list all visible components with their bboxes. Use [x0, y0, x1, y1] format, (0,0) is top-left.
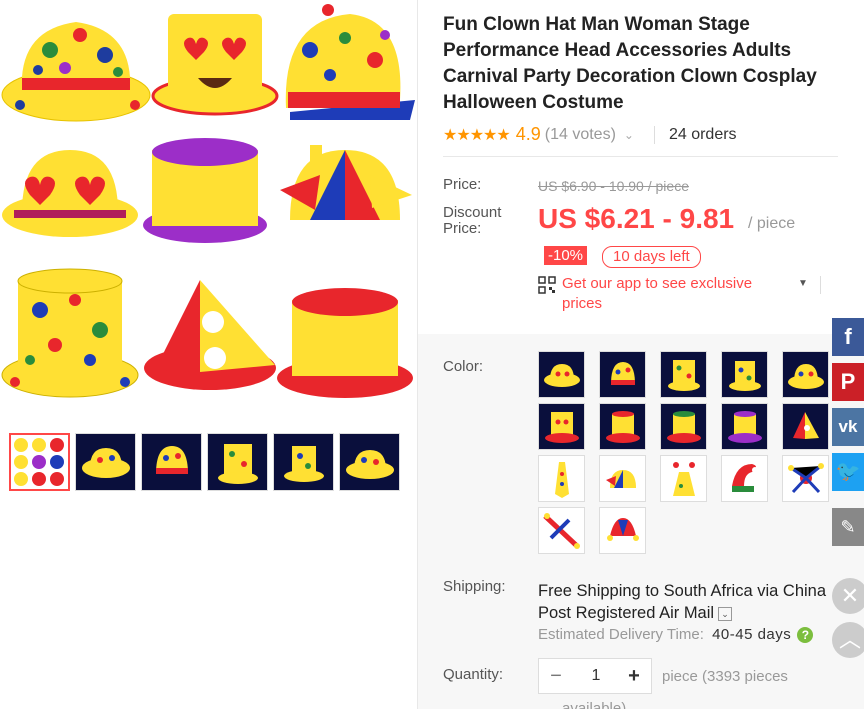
free-shipping-text: Free Shipping to: [538, 582, 660, 600]
color-swatch[interactable]: [660, 403, 707, 450]
color-swatch[interactable]: [599, 403, 646, 450]
thumbnail[interactable]: [141, 433, 202, 491]
product-details: Fun Clown Hat Man Woman Stage Performanc…: [418, 0, 864, 709]
chevron-down-icon[interactable]: ⌄: [718, 606, 733, 621]
rating-value: 4.9: [515, 124, 541, 144]
close-icon[interactable]: ✕: [832, 578, 864, 614]
hat-hearts: [2, 150, 138, 237]
quantity-label: Quantity:: [443, 666, 504, 683]
color-swatch[interactable]: [782, 403, 829, 450]
color-swatch[interactable]: [538, 403, 585, 450]
hat-heart-eyes: [151, 14, 279, 116]
thumbnail-strip: [9, 433, 400, 491]
twitter-share-icon[interactable]: 🐦: [832, 453, 864, 491]
hat-red-brim: [277, 288, 413, 398]
hat-cap-dots: [285, 4, 415, 120]
quantity-input[interactable]: 1: [579, 659, 613, 693]
color-swatch[interactable]: [721, 403, 768, 450]
product-title: Fun Clown Hat Man Woman Stage Performanc…: [443, 14, 817, 113]
stock-note-cut: available): [562, 701, 626, 709]
caret-down-icon[interactable]: ▼: [798, 278, 808, 289]
color-swatch[interactable]: [721, 351, 768, 398]
discount-price-label: Discount Price:: [443, 204, 502, 237]
votes-link[interactable]: (14 votes): [545, 126, 616, 144]
original-price: US $6.90 - 10.90 / piece: [538, 178, 689, 194]
color-swatch[interactable]: [782, 351, 829, 398]
color-swatch[interactable]: [538, 351, 585, 398]
color-label: Color:: [443, 358, 484, 375]
discount-price: US $6.21 - 9.81: [538, 203, 735, 234]
facebook-share-icon[interactable]: f: [832, 318, 864, 356]
quantity-stepper: − 1 +: [538, 658, 652, 694]
product-page: Fun Clown Hat Man Woman Stage Performanc…: [0, 0, 864, 709]
color-swatch[interactable]: [599, 351, 646, 398]
shipping-method: Post Registered Air Mail: [538, 604, 715, 622]
increase-button[interactable]: +: [617, 659, 651, 693]
color-swatch[interactable]: [660, 455, 707, 502]
price-label: Price:: [443, 176, 482, 193]
hat-cone: [144, 280, 276, 390]
divider: [443, 156, 838, 157]
edit-feedback-icon[interactable]: ✎: [832, 508, 864, 546]
color-swatch[interactable]: [538, 507, 585, 554]
orders-count: 24 orders: [668, 125, 737, 143]
color-swatch[interactable]: [721, 455, 768, 502]
color-swatch[interactable]: [660, 351, 707, 398]
hat-propeller: [280, 145, 412, 220]
pinterest-share-icon[interactable]: P: [832, 363, 864, 401]
thumbnail[interactable]: [207, 433, 268, 491]
divider: [820, 276, 821, 294]
hat-purple-top: [143, 138, 267, 243]
color-swatch[interactable]: [538, 455, 585, 502]
app-promo-text[interactable]: Get our app to see exclusive prices: [562, 274, 792, 314]
thumbnail[interactable]: [75, 433, 136, 491]
decrease-button[interactable]: −: [539, 659, 573, 693]
stock-note: piece (3393 pieces: [662, 668, 788, 685]
color-swatch[interactable]: [599, 507, 646, 554]
help-icon[interactable]: ?: [797, 627, 814, 643]
price-unit: / piece: [748, 215, 796, 232]
sku-panel: Color: Shipping: Free Shipping to South …: [418, 334, 864, 709]
thumbnail[interactable]: [9, 433, 70, 491]
countdown-badge: 10 days left: [602, 246, 701, 268]
discount-badge: -10%: [544, 246, 588, 265]
color-swatch[interactable]: [599, 455, 646, 502]
divider: [653, 125, 655, 144]
star-rating-icon: ★★★★★: [443, 126, 511, 144]
thumbnail[interactable]: [273, 433, 334, 491]
product-gallery: [0, 0, 417, 709]
delivery-label: Estimated Delivery Time:: [538, 626, 704, 643]
main-product-image[interactable]: [0, 0, 417, 410]
delivery-estimate: Estimated Delivery Time: 40-45 days ?: [538, 626, 814, 643]
vk-share-icon[interactable]: vk: [832, 408, 864, 446]
qr-code-icon: [538, 276, 556, 294]
delivery-value: 40-45 days: [712, 626, 792, 643]
shipping-label: Shipping:: [443, 578, 506, 595]
shipping-info: Free Shipping to South Africa via China …: [538, 580, 848, 624]
thumbnail[interactable]: [339, 433, 400, 491]
shipping-destination[interactable]: South Africa via China: [664, 582, 826, 600]
chevron-down-icon[interactable]: ⌄: [624, 128, 634, 142]
rating-row: ★★★★★ 4.9 (14 votes) ⌄ 24 orders: [443, 124, 737, 145]
back-to-top-icon[interactable]: ︿: [832, 622, 864, 658]
color-swatch[interactable]: [782, 455, 829, 502]
hat-tall-dots: [1, 268, 139, 398]
hat-bowler-dots: [1, 22, 151, 122]
